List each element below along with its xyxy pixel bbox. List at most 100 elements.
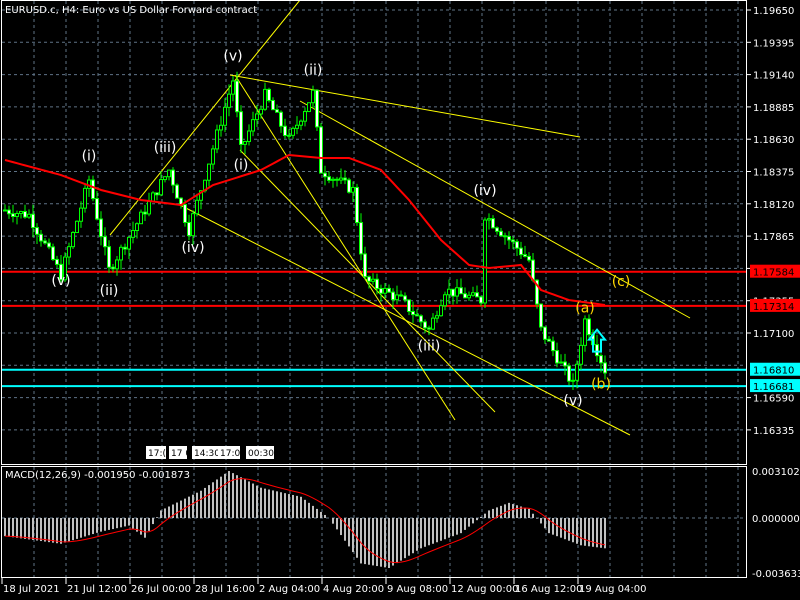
candle-body [83,187,87,209]
candle-body [247,130,251,142]
candle-body [423,321,427,329]
price-tag-label: 1.16810 [753,366,794,377]
candle-body [415,314,419,317]
candle-body [411,311,415,316]
candle-body [387,287,391,293]
candle-body [383,287,387,294]
candle-body [363,253,367,278]
candle-body [547,338,551,342]
candle-body [219,124,223,131]
price-axis-label: 1.16590 [753,394,794,405]
candle-body [215,129,219,150]
candle-body [579,344,583,365]
candle-body [407,299,411,313]
candle-body [147,201,151,215]
macd-axis-label: 0.003102 [752,467,800,478]
candle-body [191,213,195,237]
candle-body [127,236,131,250]
candle-body [119,246,123,261]
candle-body [123,246,127,250]
price-axis-label: 1.18375 [753,168,794,179]
trendline[interactable] [229,74,581,138]
time-axis: 18 Jul 2021 21 Jul 12:00 26 Jul 00:00 28 Ju… [1,578,646,595]
candle-body [507,235,511,241]
candle-body [307,102,311,112]
candle-body [131,230,135,238]
candle-body [35,227,39,235]
candles [3,71,607,390]
wave-label: (v) [223,49,242,65]
price-axis-label: 1.19650 [753,6,794,17]
candle-body [291,127,295,136]
candle-body [295,124,299,129]
candle-body [575,363,579,381]
price-tag-label: 1.17314 [753,302,794,313]
candle-body [103,236,107,248]
candle-body [351,186,355,193]
candle-body [375,278,379,290]
candle-body [475,292,479,298]
candle-body [235,80,239,113]
time-axis-label: 18 Jul 2021 [3,584,60,595]
candle-body [471,292,475,296]
price-chart[interactable]: (v) (i) (ii) (iii) (iv) (v) (i) (ii) (iii) (iv) (v… [0,0,800,600]
wave-label: (iv) [181,240,204,256]
time-axis-label: 21 Jul 12:00 [67,584,127,595]
time-axis-label: 2 Aug 04:00 [259,584,320,595]
candle-body [347,179,351,193]
candle-body [135,223,139,232]
trendline[interactable] [234,74,456,421]
price-axis-label: 1.19140 [753,71,794,82]
candle-body [567,365,571,382]
candle-body [195,199,199,215]
candle-body [571,379,575,382]
candle-body [51,246,55,260]
wave-label: (i) [82,149,97,165]
candle-body [467,294,471,299]
wave-label: (b) [591,377,611,393]
macd-label: MACD(12,26,9) -0.001950 -0.001873 [5,470,190,481]
candle-body [299,120,303,126]
wave-label: (iii) [418,339,441,355]
candle-body [271,99,275,111]
wave-label: (v) [563,393,582,409]
candle-body [47,242,51,248]
candle-body [459,287,463,295]
candle-body [551,340,555,352]
macd-axis-label: 0.000000 [752,514,800,525]
candle-body [3,209,7,212]
moving-average-line [4,154,606,306]
candle-body [267,88,271,101]
candle-body [359,222,363,255]
wave-label: (i) [234,158,249,174]
candle-body [587,318,591,336]
candle-body [487,218,491,221]
candle-body [559,361,563,364]
macd-histogram [4,471,606,568]
candle-body [79,207,83,222]
candle-body [315,89,319,128]
candle-body [263,88,267,110]
price-axis-label: 1.18630 [753,135,794,146]
price-axis-label: 1.19395 [753,38,794,49]
session-marker-label: 17:0 [220,449,240,459]
candle-body [523,254,527,257]
candle-body [443,294,447,307]
candle-body [223,106,227,126]
candle-body [515,241,519,249]
candle-body [519,247,523,256]
candle-body [19,211,23,214]
wave-label: (v) [51,273,70,289]
candle-body [439,305,443,317]
candle-body [399,294,403,297]
time-axis-label: 4 Aug 20:00 [323,584,384,595]
candle-body [555,350,559,364]
candle-body [39,233,43,242]
macd-signal-line [4,478,606,564]
candle-body [207,163,211,181]
candle-body [115,259,119,270]
candle-body [151,192,155,203]
candle-body [395,294,399,301]
candle-body [163,176,167,181]
candle-body [483,219,487,304]
